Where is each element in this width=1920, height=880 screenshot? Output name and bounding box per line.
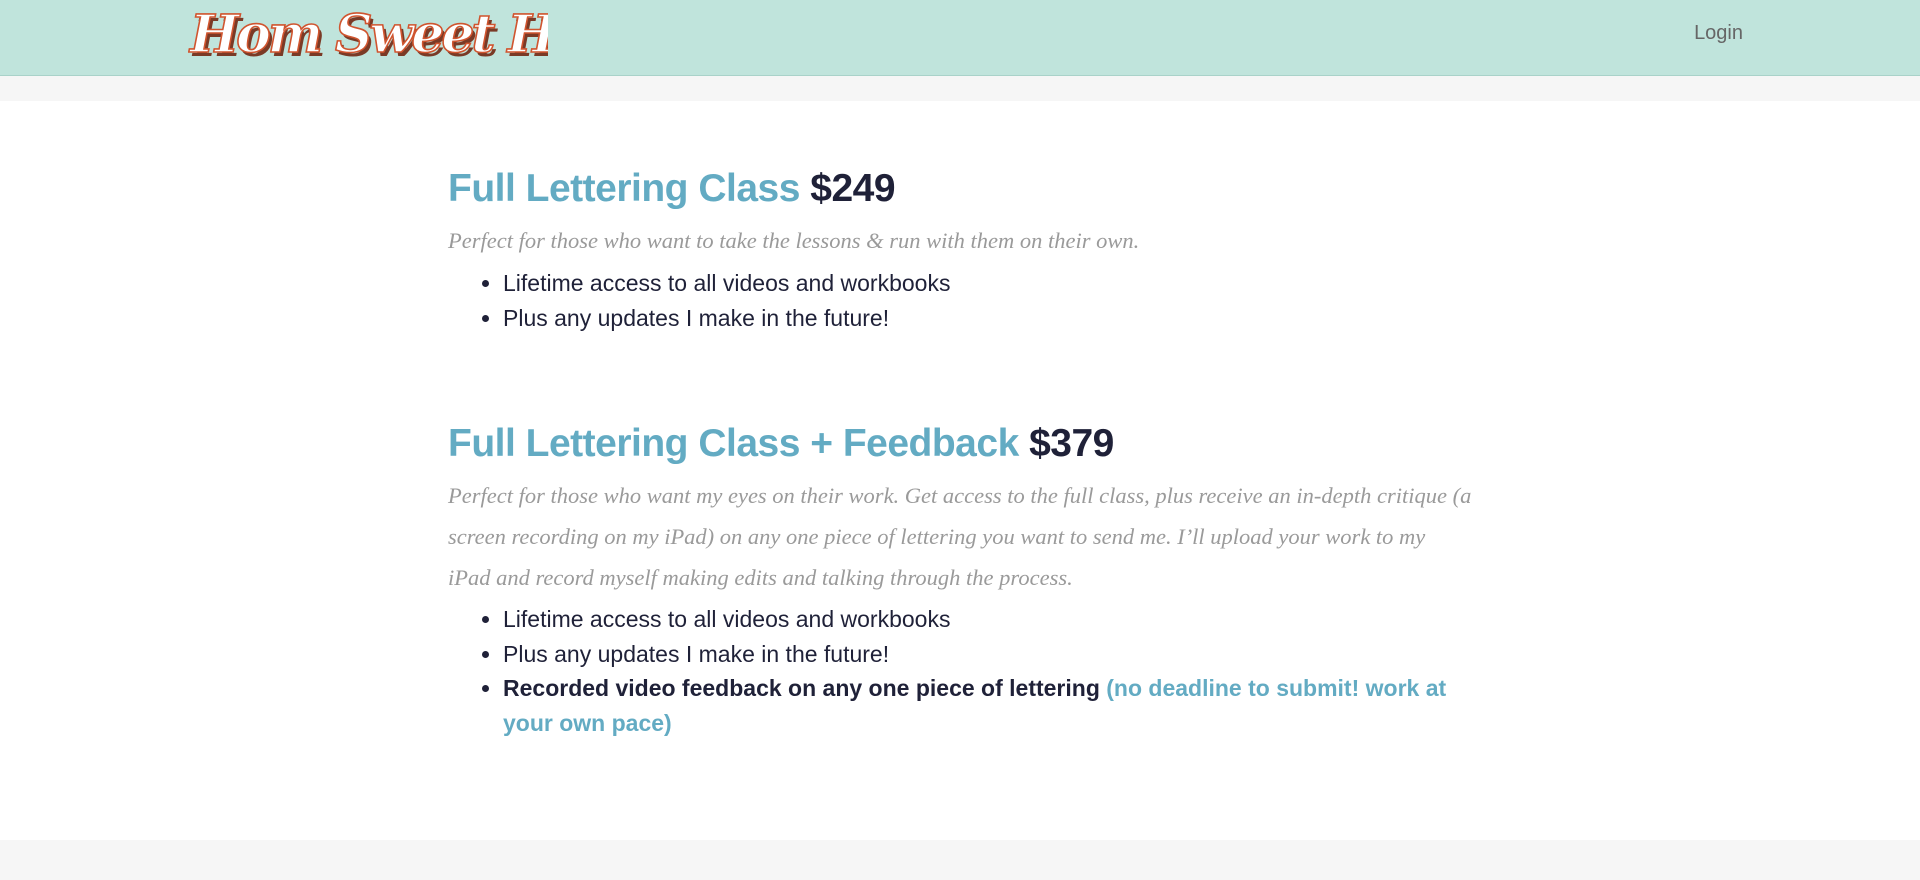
plan-name: Full Lettering Class + Feedback xyxy=(448,422,1019,465)
site-logo[interactable]: Hom Sweet Hom Hom Sweet Hom xyxy=(188,0,548,70)
feature-highlight-text: Recorded video feedback on any one piece… xyxy=(503,675,1100,701)
login-link[interactable]: Login xyxy=(1694,22,1743,45)
plan-card-feedback: Full Lettering Class + Feedback $379 Per… xyxy=(448,420,1472,740)
feature-item: Plus any updates I make in the future! xyxy=(503,637,1472,672)
pricing-section: Full Lettering Class $249 Perfect for th… xyxy=(0,101,1920,840)
feature-item-highlight: Recorded video feedback on any one piece… xyxy=(503,671,1472,740)
feature-item: Plus any updates I make in the future! xyxy=(503,301,1472,336)
plan-heading: Full Lettering Class $249 xyxy=(448,165,1472,213)
plan-description: Perfect for those who want to take the l… xyxy=(448,228,1140,253)
plan-price: $379 xyxy=(1029,422,1114,465)
feature-list: Lifetime access to all videos and workbo… xyxy=(448,602,1472,740)
logo-text: Hom Sweet Hom xyxy=(188,4,548,65)
feature-item: Lifetime access to all videos and workbo… xyxy=(503,602,1472,637)
plan-card-basic: Full Lettering Class $249 Perfect for th… xyxy=(448,165,1472,335)
feature-item: Lifetime access to all videos and workbo… xyxy=(503,266,1472,301)
plan-price: $249 xyxy=(810,167,896,210)
plan-name: Full Lettering Class xyxy=(448,167,800,210)
site-header: Hom Sweet Hom Hom Sweet Hom Login xyxy=(0,0,1920,76)
plan-description: Perfect for those who want my eyes on th… xyxy=(448,483,1472,590)
feature-list: Lifetime access to all videos and workbo… xyxy=(448,266,1472,335)
plan-heading: Full Lettering Class + Feedback $379 xyxy=(448,420,1472,468)
